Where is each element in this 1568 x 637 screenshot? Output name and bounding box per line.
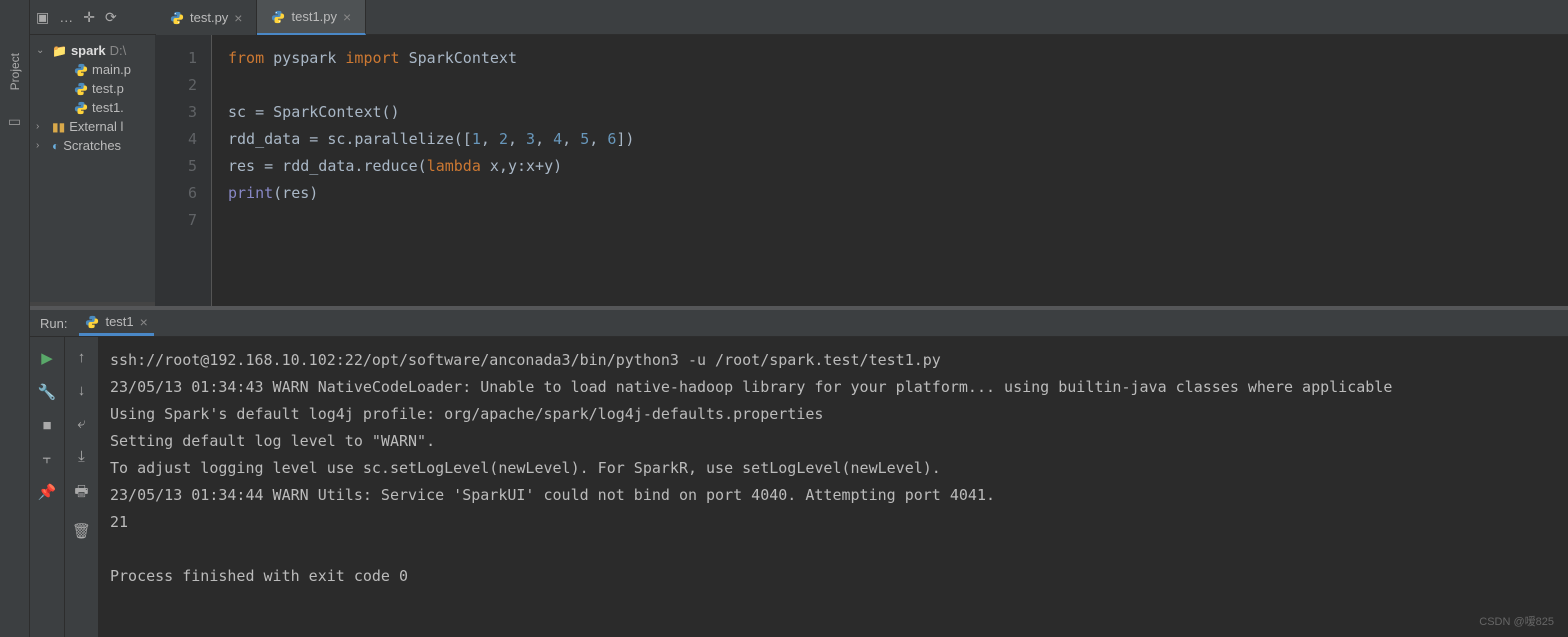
python-icon [74, 101, 88, 115]
stop-icon[interactable]: ■ [42, 417, 51, 434]
python-icon [74, 63, 88, 77]
library-icon: ▮▮ [52, 120, 65, 134]
code-area[interactable]: from pyspark import SparkContext sc = Sp… [211, 35, 1568, 306]
tree-file-label: test.p [92, 81, 124, 96]
python-icon [170, 11, 184, 25]
line-gutter: 1234567 [155, 35, 211, 306]
tree-root[interactable]: ⌄ 📁 spark D:\ [30, 41, 155, 60]
run-tab[interactable]: test1 × [79, 311, 153, 336]
folder-icon: ▭ [8, 113, 21, 130]
dropdown-icon[interactable]: … [59, 9, 73, 25]
project-tool-window-tab[interactable]: Project ▭ [0, 0, 30, 637]
run-tab-label: test1 [105, 314, 133, 329]
chevron-down-icon[interactable]: ⌄ [36, 45, 48, 56]
chevron-right-icon[interactable]: › [36, 121, 48, 132]
main-area: ⌄ 📁 spark D:\ main.p test.p test1. [30, 35, 1568, 306]
run-icon[interactable]: ▶ [41, 349, 53, 367]
run-header-label: Run: [40, 316, 67, 331]
tree-root-label: spark [71, 43, 106, 58]
tab-label: test1.py [291, 9, 337, 24]
wrench-icon[interactable]: 🔧 [38, 383, 57, 401]
python-icon [271, 10, 285, 24]
up-arrow-icon[interactable]: ↑ [78, 349, 86, 366]
project-tree: ⌄ 📁 spark D:\ main.p test.p test1. [30, 35, 155, 306]
layout-icon[interactable]: ⫟ [42, 450, 51, 467]
scroll-to-end-icon[interactable]: ⤓ [78, 448, 85, 465]
locate-icon[interactable]: ✛ [83, 9, 95, 26]
tab-label: test.py [190, 10, 228, 25]
pin-icon[interactable]: 📌 [38, 483, 57, 501]
tree-scratches-label: Scratches [63, 138, 121, 153]
soft-wrap-icon[interactable]: ⤶ [77, 415, 85, 432]
console-output[interactable]: ssh://root@192.168.10.102:22/opt/softwar… [98, 337, 1568, 637]
tab-test-py[interactable]: test.py × [156, 0, 257, 35]
print-icon[interactable]: 🖶 [74, 481, 88, 506]
tree-file-label: test1. [92, 100, 124, 115]
run-body: ▶ 🔧 ■ ⫟ 📌 ↑ ↓ ⤶ ⤓ 🖶 🗑 ssh://root@192.168… [30, 337, 1568, 637]
run-toolbar-left: ▶ 🔧 ■ ⫟ 📌 [30, 337, 64, 637]
tree-root-path: D:\ [110, 43, 127, 58]
close-icon[interactable]: × [343, 9, 351, 25]
tree-file-test1[interactable]: test1. [30, 98, 155, 117]
code-editor[interactable]: 1234567 from pyspark import SparkContext… [155, 35, 1568, 306]
select-opened-file-icon[interactable]: ▣ [36, 9, 49, 26]
tree-file-test[interactable]: test.p [30, 79, 155, 98]
tree-scratches[interactable]: › ◐ Scratches [30, 136, 155, 155]
collapse-icon[interactable]: ⟳ [105, 9, 117, 26]
down-arrow-icon[interactable]: ↓ [78, 382, 86, 399]
tree-file-label: main.p [92, 62, 131, 77]
resize-handle[interactable] [30, 302, 155, 306]
toolbar: ▣ … ✛ ⟳ [30, 0, 156, 34]
delete-icon[interactable]: 🗑 [72, 522, 91, 540]
folder-icon: 📁 [52, 44, 67, 58]
top-bar: ▣ … ✛ ⟳ test.py × test1.py × [30, 0, 1568, 35]
run-panel: Run: test1 × ▶ 🔧 ■ ⫟ 📌 ↑ ↓ ⤶ [30, 310, 1568, 637]
scratches-icon: ◐ [52, 139, 59, 153]
python-icon [74, 82, 88, 96]
close-icon[interactable]: × [140, 314, 148, 330]
project-tab-label: Project [8, 45, 22, 98]
chevron-right-icon[interactable]: › [36, 140, 48, 151]
tab-test1-py[interactable]: test1.py × [257, 0, 366, 35]
watermark: CSDN @嗳825 [1479, 613, 1554, 629]
run-header: Run: test1 × [30, 310, 1568, 337]
python-icon [85, 315, 99, 329]
tree-file-main[interactable]: main.p [30, 60, 155, 79]
editor-tabs: test.py × test1.py × [156, 0, 366, 35]
tree-external-libraries[interactable]: › ▮▮ External l [30, 117, 155, 136]
tree-external-label: External l [69, 119, 123, 134]
run-toolbar-right: ↑ ↓ ⤶ ⤓ 🖶 🗑 [64, 337, 98, 637]
close-icon[interactable]: × [234, 10, 242, 26]
